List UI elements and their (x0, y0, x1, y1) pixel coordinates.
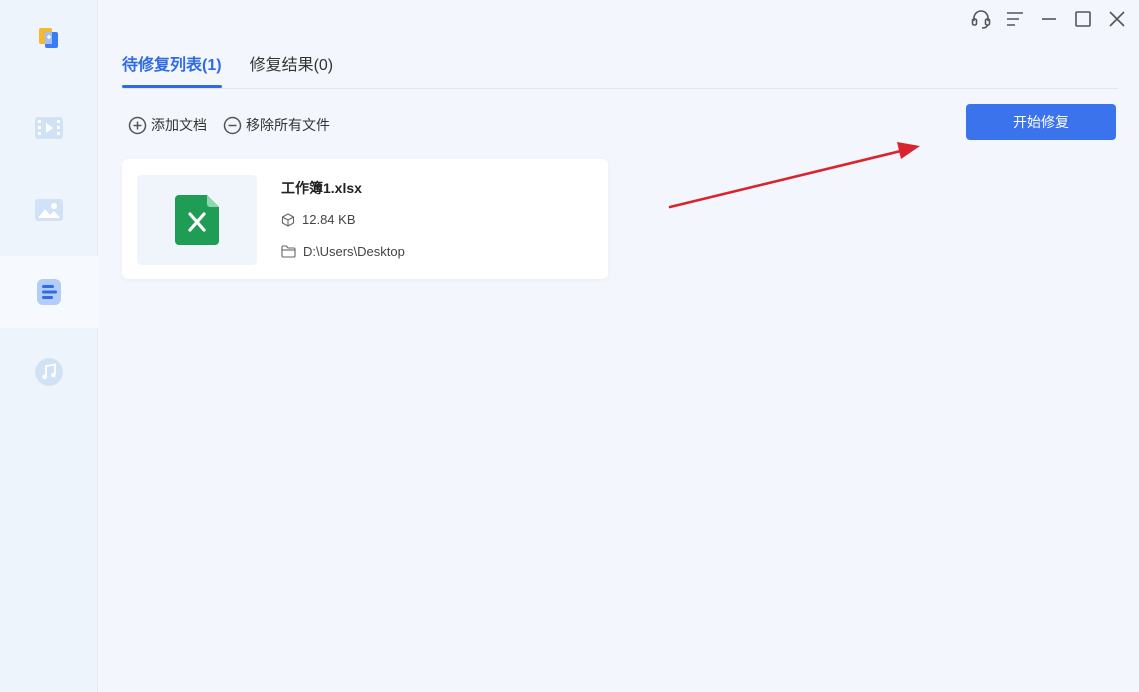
menu-button[interactable] (1003, 7, 1027, 31)
file-size-row: 12.84 KB (281, 212, 356, 227)
app-logo-icon (39, 28, 58, 48)
app-logo (0, 2, 98, 74)
sidebar-item-image[interactable] (0, 174, 98, 246)
tab-bar: 待修复列表(1) 修复结果(0) (122, 48, 333, 88)
minus-circle-icon (223, 116, 242, 134)
file-thumbnail (137, 175, 257, 265)
maximize-icon (1075, 11, 1091, 27)
sidebar-item-video[interactable] (0, 92, 98, 164)
file-size: 12.84 KB (302, 212, 356, 227)
remove-all-files-button[interactable]: 移除所有文件 (223, 115, 330, 135)
headset-icon (971, 10, 991, 29)
minimize-button[interactable] (1037, 7, 1061, 31)
maximize-button[interactable] (1071, 7, 1095, 31)
window-controls (969, 6, 1129, 32)
video-icon (35, 117, 63, 139)
file-card[interactable]: 工作簿1.xlsx 12.84 KB D:\Users\Desktop (122, 159, 608, 279)
remove-all-files-label: 移除所有文件 (246, 117, 330, 133)
sidebar-item-document[interactable] (0, 256, 98, 328)
plus-circle-icon (128, 116, 147, 134)
support-button[interactable] (969, 7, 993, 31)
menu-icon (1007, 12, 1023, 26)
cube-icon (281, 212, 295, 227)
file-name: 工作簿1.xlsx (281, 180, 362, 196)
add-document-label: 添加文档 (151, 117, 207, 133)
file-path: D:\Users\Desktop (303, 244, 405, 259)
start-repair-button[interactable]: 开始修复 (966, 104, 1116, 140)
file-path-row: D:\Users\Desktop (281, 244, 405, 259)
excel-file-icon (175, 195, 219, 245)
tab-pending-list[interactable]: 待修复列表(1) (122, 48, 222, 88)
sidebar (0, 0, 98, 692)
tab-divider (122, 88, 1118, 89)
close-icon (1109, 11, 1125, 27)
document-icon (37, 279, 61, 305)
minimize-icon (1042, 18, 1056, 20)
toolbar: 添加文档 移除所有文件 (128, 114, 330, 136)
sidebar-item-audio[interactable] (0, 336, 98, 408)
close-button[interactable] (1105, 7, 1129, 31)
image-icon (35, 199, 63, 221)
folder-icon (281, 245, 296, 258)
music-icon (35, 358, 63, 386)
tab-repair-results[interactable]: 修复结果(0) (250, 48, 334, 88)
add-document-button[interactable]: 添加文档 (128, 115, 207, 135)
